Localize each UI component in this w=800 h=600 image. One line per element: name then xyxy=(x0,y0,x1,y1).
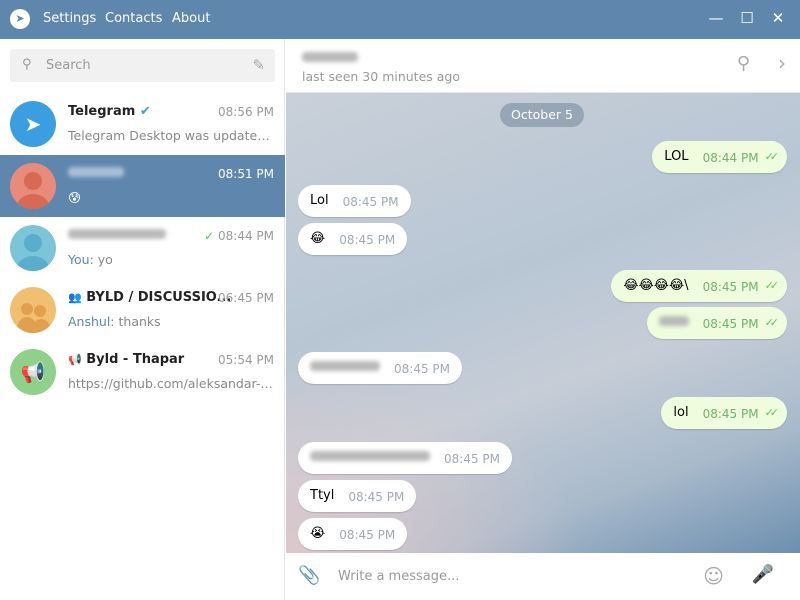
message-text-blurred xyxy=(310,451,430,461)
incoming-message: 😂 08:45 PM xyxy=(298,223,408,255)
chat-name: Telegram ✔ xyxy=(68,104,151,119)
chat-name-blurred xyxy=(68,228,166,243)
minimize-button[interactable]: — xyxy=(706,9,726,27)
outgoing-message: lol 08:45 PM ✓✓ xyxy=(661,397,787,429)
message-time: 08:45 PM xyxy=(444,452,500,466)
channel-icon: 📢 xyxy=(68,353,82,366)
chat-item-byld-discussion[interactable]: 👥 BYLD / DISCUSSIO... 06:45 PM Anshul: t… xyxy=(0,279,285,341)
message-time: 08:45 PM xyxy=(342,195,399,209)
double-check-icon: ✓✓ xyxy=(764,316,780,329)
close-button[interactable]: ✕ xyxy=(768,9,788,27)
chat-preview: You: yo xyxy=(68,252,113,267)
search-icon[interactable]: ⚲ xyxy=(737,53,750,74)
incoming-message: Ttyl 08:45 PM xyxy=(298,480,417,512)
composer: 📎 Write a message... ☺ 🎤 xyxy=(286,553,800,600)
message-time: 08:45 PM xyxy=(702,407,759,421)
message-time: 08:44 PM xyxy=(702,151,759,165)
message-text: Ttyl xyxy=(310,488,335,503)
outgoing-message: LOL 08:44 PM ✓✓ xyxy=(652,141,787,173)
chat-time: ✓ 08:44 PM xyxy=(204,229,274,243)
double-check-icon: ✓✓ xyxy=(764,406,780,419)
message-text: LOL xyxy=(664,149,689,164)
date-badge: October 5 xyxy=(500,103,584,127)
outgoing-message: 😂😂😂😂\ 08:45 PM ✓✓ xyxy=(611,270,787,302)
avatar xyxy=(10,163,56,209)
chevron-right-icon[interactable]: › xyxy=(778,51,786,75)
chat-name-blurred xyxy=(68,166,124,181)
maximize-button[interactable]: ☐ xyxy=(737,9,757,27)
chat-preview: 😰 xyxy=(68,190,82,205)
menu-about[interactable]: About xyxy=(172,11,210,26)
menu-contacts[interactable]: Contacts xyxy=(105,11,162,26)
chat-time: 08:56 PM xyxy=(218,105,274,119)
incoming-message: Lol 08:45 PM xyxy=(298,185,411,217)
attach-icon[interactable]: 📎 xyxy=(298,565,320,586)
avatar xyxy=(10,225,56,271)
verified-icon: ✔ xyxy=(139,104,151,119)
chat-item-telegram[interactable]: ➤ Telegram ✔ 08:56 PM Telegram Desktop w… xyxy=(0,93,285,155)
avatar xyxy=(10,287,56,333)
menu-settings[interactable]: Settings xyxy=(43,11,96,26)
avatar: ➤ xyxy=(10,101,56,147)
chat-item[interactable]: ✓ 08:44 PM You: yo xyxy=(0,217,285,279)
chat-preview: Telegram Desktop was updated t... xyxy=(68,128,274,143)
message-text: 😂😂😂😂\ xyxy=(623,278,689,293)
message-text: 😂 xyxy=(310,231,326,246)
outgoing-message: 08:45 PM ✓✓ xyxy=(646,307,787,339)
message-area: October 5 LOL 08:44 PM ✓✓ Lol 08:45 PM 😂 08:45… xyxy=(286,93,800,553)
chat-preview: Anshul: thanks xyxy=(68,314,161,329)
message-text: 😭 xyxy=(310,526,326,541)
telegram-logo-icon: ➤ xyxy=(10,9,30,29)
double-check-icon: ✓✓ xyxy=(764,150,780,163)
search-placeholder: Search xyxy=(46,58,91,73)
chat-header: last seen 30 minutes ago ⚲ › xyxy=(286,39,800,93)
chat-time: 05:54 PM xyxy=(218,353,274,367)
chat-name: 👥 BYLD / DISCUSSIO... xyxy=(68,290,232,305)
message-time: 08:45 PM xyxy=(339,233,396,247)
message-time: 08:45 PM xyxy=(702,317,759,331)
peer-name-blurred xyxy=(302,51,358,66)
search-input[interactable]: ⚲ Search ✎ xyxy=(10,49,275,82)
chat-time: 08:51 PM xyxy=(218,167,274,181)
compose-pencil-icon[interactable]: ✎ xyxy=(252,56,265,74)
read-check-icon: ✓ xyxy=(204,229,215,243)
message-time: 08:45 PM xyxy=(339,528,396,542)
chat-item-byld-thapar[interactable]: 📢 📢 Byld - Thapar 05:54 PM https://githu… xyxy=(0,341,285,403)
incoming-message: 😭 08:45 PM xyxy=(298,518,408,550)
avatar: 📢 xyxy=(10,349,56,395)
incoming-message: 08:45 PM xyxy=(298,442,512,474)
chat-time: 06:45 PM xyxy=(218,291,274,305)
chat-list-sidebar: ⚲ Search ✎ ➤ Telegram ✔ 08:56 PM Telegra… xyxy=(0,39,285,600)
message-text-blurred xyxy=(310,361,380,371)
microphone-icon[interactable]: 🎤 xyxy=(752,564,774,585)
chat-name: 📢 Byld - Thapar xyxy=(68,352,185,367)
group-icon: 👥 xyxy=(68,291,82,304)
message-text: lol xyxy=(673,405,689,420)
message-input[interactable]: Write a message... xyxy=(338,569,459,584)
message-time: 08:45 PM xyxy=(702,280,759,294)
double-check-icon: ✓✓ xyxy=(764,279,780,292)
peer-status: last seen 30 minutes ago xyxy=(302,69,461,84)
message-text-blurred xyxy=(658,316,689,326)
title-bar: ➤ Settings Contacts About — ☐ ✕ xyxy=(0,0,800,39)
search-icon: ⚲ xyxy=(22,57,32,72)
chat-item-selected[interactable]: 08:51 PM 😰 xyxy=(0,155,285,217)
message-text: Lol xyxy=(310,193,329,208)
emoji-icon[interactable]: ☺ xyxy=(703,564,724,588)
message-time: 08:45 PM xyxy=(394,362,450,376)
message-time: 08:45 PM xyxy=(348,490,405,504)
chat-preview: https://github.com/aleksandar-t... xyxy=(68,376,274,391)
incoming-message: 08:45 PM xyxy=(298,352,462,384)
